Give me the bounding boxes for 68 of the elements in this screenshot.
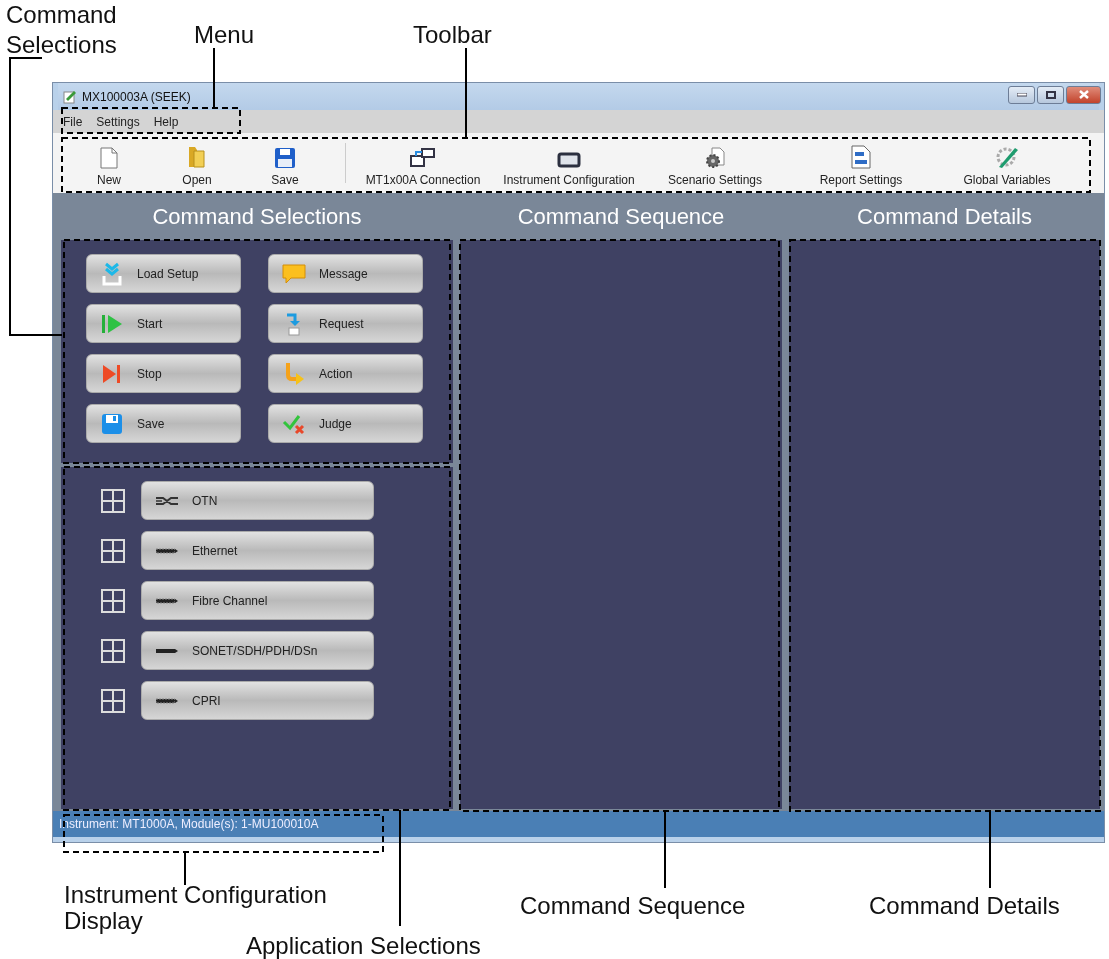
- speech-bubble-icon: [282, 263, 306, 284]
- expand-icon[interactable]: [101, 688, 125, 713]
- menu-item[interactable]: File: [63, 114, 83, 129]
- gear-pen-icon: [995, 145, 1019, 169]
- menu-item[interactable]: Settings: [96, 114, 140, 129]
- close-icon: [1078, 90, 1089, 99]
- menu-item[interactable]: Help: [153, 114, 179, 129]
- check-cross-icon: [282, 412, 306, 435]
- expand-icon[interactable]: [101, 638, 125, 663]
- command-button[interactable]: Judge: [268, 404, 423, 443]
- toolbar-button[interactable]: Instrument Configuration: [496, 139, 642, 187]
- toolbar-button[interactable]: Save: [241, 139, 329, 187]
- application-button[interactable]: CPRI: [141, 681, 374, 720]
- expand-icon[interactable]: [101, 488, 125, 513]
- report-document-icon: [851, 145, 871, 169]
- dotted-cable-icon: [156, 547, 178, 554]
- maximize-icon: [1045, 90, 1056, 99]
- callout-label: Instrument Configuration Display: [64, 882, 328, 934]
- command-button[interactable]: Stop: [86, 354, 241, 393]
- stop-icon: [102, 362, 122, 385]
- application-button[interactable]: SONET/SDH/PDH/DSn: [141, 631, 374, 670]
- panel-header: Command Sequence: [516, 202, 726, 231]
- command-button[interactable]: Start: [86, 304, 241, 343]
- gear-document-icon: [704, 147, 726, 169]
- leader-line: [213, 47, 215, 109]
- load-arrows-icon: [101, 261, 123, 286]
- leader-line: [184, 851, 186, 886]
- application-button[interactable]: OTN: [141, 481, 374, 520]
- window-title: MX100003A (SEEK): [82, 89, 191, 104]
- minimize-icon: [1016, 92, 1027, 97]
- application-button[interactable]: Fibre Channel: [141, 581, 374, 620]
- command-button[interactable]: Load Setup: [86, 254, 241, 293]
- panel-header: Command Selections: [151, 202, 363, 231]
- callout-label: Command Selections: [6, 0, 118, 60]
- callout-label: Command Details: [869, 891, 1060, 921]
- toolbar-button[interactable]: Scenario Settings: [642, 139, 788, 187]
- callout-label: Menu: [194, 20, 255, 50]
- expand-icon[interactable]: [101, 588, 125, 613]
- toolbar-button[interactable]: MT1x00A Connection: [350, 139, 496, 187]
- play-icon: [101, 312, 123, 335]
- document-icon: [100, 147, 118, 169]
- toolbar-button[interactable]: Report Settings: [788, 139, 934, 187]
- command-button[interactable]: Action: [268, 354, 423, 393]
- callout-label: Command Sequence: [520, 891, 746, 921]
- maximize-button[interactable]: [1037, 85, 1064, 104]
- panel-header: Command Details: [856, 202, 1033, 231]
- app-icon: [63, 89, 77, 104]
- application-button[interactable]: Ethernet: [141, 531, 374, 570]
- crossing-lines-icon: [156, 495, 178, 506]
- close-button[interactable]: [1066, 85, 1101, 104]
- cable-icon: [156, 647, 178, 654]
- folder-icon: [187, 145, 207, 169]
- command-button[interactable]: Save: [86, 404, 241, 443]
- expand-icon[interactable]: [101, 538, 125, 563]
- screen-icon: [557, 151, 581, 169]
- command-button[interactable]: Request: [268, 304, 423, 343]
- connected-computers-icon: [410, 147, 436, 169]
- dotted-cable-icon: [156, 697, 178, 704]
- toolbar-button[interactable]: New: [65, 139, 153, 187]
- dotted-cable-icon: [156, 597, 178, 604]
- toolbar-button[interactable]: Open: [153, 139, 241, 187]
- toolbar-button[interactable]: Global Variables: [934, 139, 1080, 187]
- status-text: Instrument: MT1000A, Module(s): 1-MU100010A: [59, 817, 319, 831]
- arrow-into-cup-icon: [285, 311, 303, 336]
- callout-label: Application Selections: [246, 934, 481, 958]
- command-button[interactable]: Message: [268, 254, 423, 293]
- turn-arrow-icon: [283, 361, 305, 386]
- callout-label: Toolbar: [413, 20, 492, 50]
